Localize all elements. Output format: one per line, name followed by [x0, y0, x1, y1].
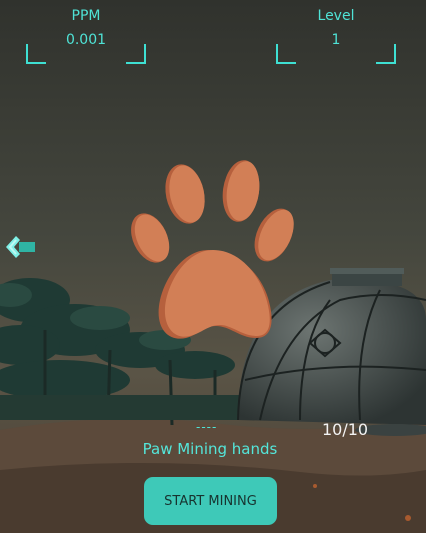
ppm-bracket-right: [126, 44, 146, 64]
level-stat: Level 1: [276, 8, 396, 64]
level-bracket-right: [376, 44, 396, 64]
chevron-left-double-icon[interactable]: [4, 234, 36, 260]
paw-icon[interactable]: [128, 158, 298, 344]
ppm-bracket-left: [26, 44, 46, 64]
hands-count: 10/10: [322, 420, 369, 439]
start-mining-button[interactable]: START MINING: [144, 477, 277, 525]
level-bracket-left: [276, 44, 296, 64]
ppm-stat: PPM 0.001: [26, 8, 146, 64]
level-label: Level: [317, 8, 355, 24]
ppm-label: PPM: [71, 8, 101, 24]
mining-hands-label: Paw Mining hands: [142, 440, 278, 458]
progress-indicator: ----: [196, 420, 218, 434]
